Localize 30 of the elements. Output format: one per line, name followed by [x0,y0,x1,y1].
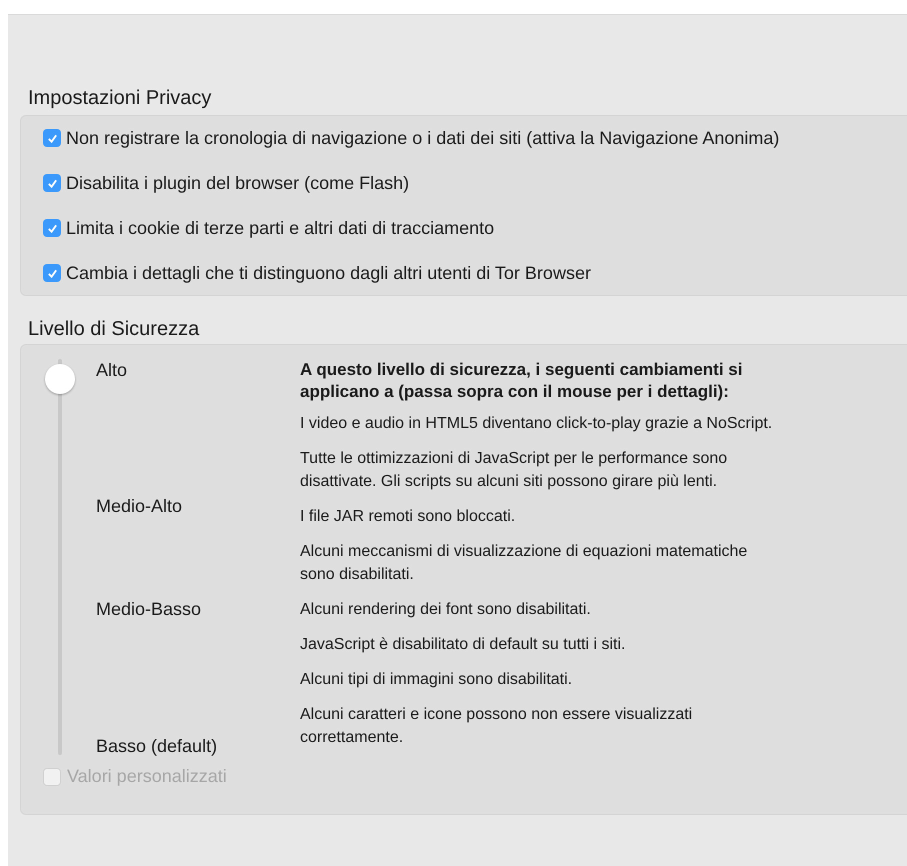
change-item[interactable]: Alcuni rendering dei font sono disabilitati. [300,598,772,621]
checkmark-icon [46,178,58,188]
change-item[interactable]: Alcuni tipi di immagini sono disabilitati. [300,668,772,691]
change-item[interactable]: Alcuni meccanismi di visualizzazione di equazioni matematiche sono disabilitati. [300,540,772,586]
level-label: Basso (default) [96,735,218,757]
option-label: Non registrare la cronologia di navigazione o i dati dei siti (attiva la Navigazione Anonima) [66,126,780,150]
slider-track[interactable] [43,359,77,755]
custom-values-label: Valori personalizzati [67,765,227,788]
level-label: Medio-Alto [96,495,184,517]
section-title: Livello di Sicurezza [28,317,200,342]
option-label: Limita i cookie di terze parti e altri dati di tracciamento [66,216,494,240]
option-label: Disabilita i plugin del browser (come Flash) [66,172,410,195]
checkbox[interactable] [43,264,61,282]
change-item[interactable]: I video e audio in HTML5 diventano click-to-play grazie a NoScript. [300,412,772,435]
checkmark-icon [46,222,58,234]
change-item[interactable]: Alcuni caratteri e icone possono non essere visualizzati correttamente. [300,703,772,749]
level-label: Alto [96,359,128,381]
option-label: Cambia i dettagli che ti distinguono dagli altri utenti di Tor Browser [66,262,591,285]
slider-thumb[interactable] [45,364,75,394]
checkbox[interactable] [43,129,61,147]
level-label: Medio-Basso [96,598,202,620]
section-title: Impostazioni Privacy [28,86,212,111]
change-item[interactable]: Tutte le ottimizzazioni di JavaScript per le performance sono disattivate. Gli scripts su alcuni siti possono girare più lenti. [300,447,772,493]
checkmark-icon [46,268,58,278]
change-item[interactable]: JavaScript è disabilitato di default su tutti i siti. [300,633,772,656]
description-title: A questo livello di sicurezza, i seguenti cambiamenti si applicano a (passa sopra con il mouse per i dettagli): [300,359,744,403]
checkbox[interactable] [43,219,61,237]
checkbox[interactable] [43,174,61,192]
checkmark-icon [46,132,58,144]
change-item[interactable]: I file JAR remoti sono bloccati. [300,505,772,528]
